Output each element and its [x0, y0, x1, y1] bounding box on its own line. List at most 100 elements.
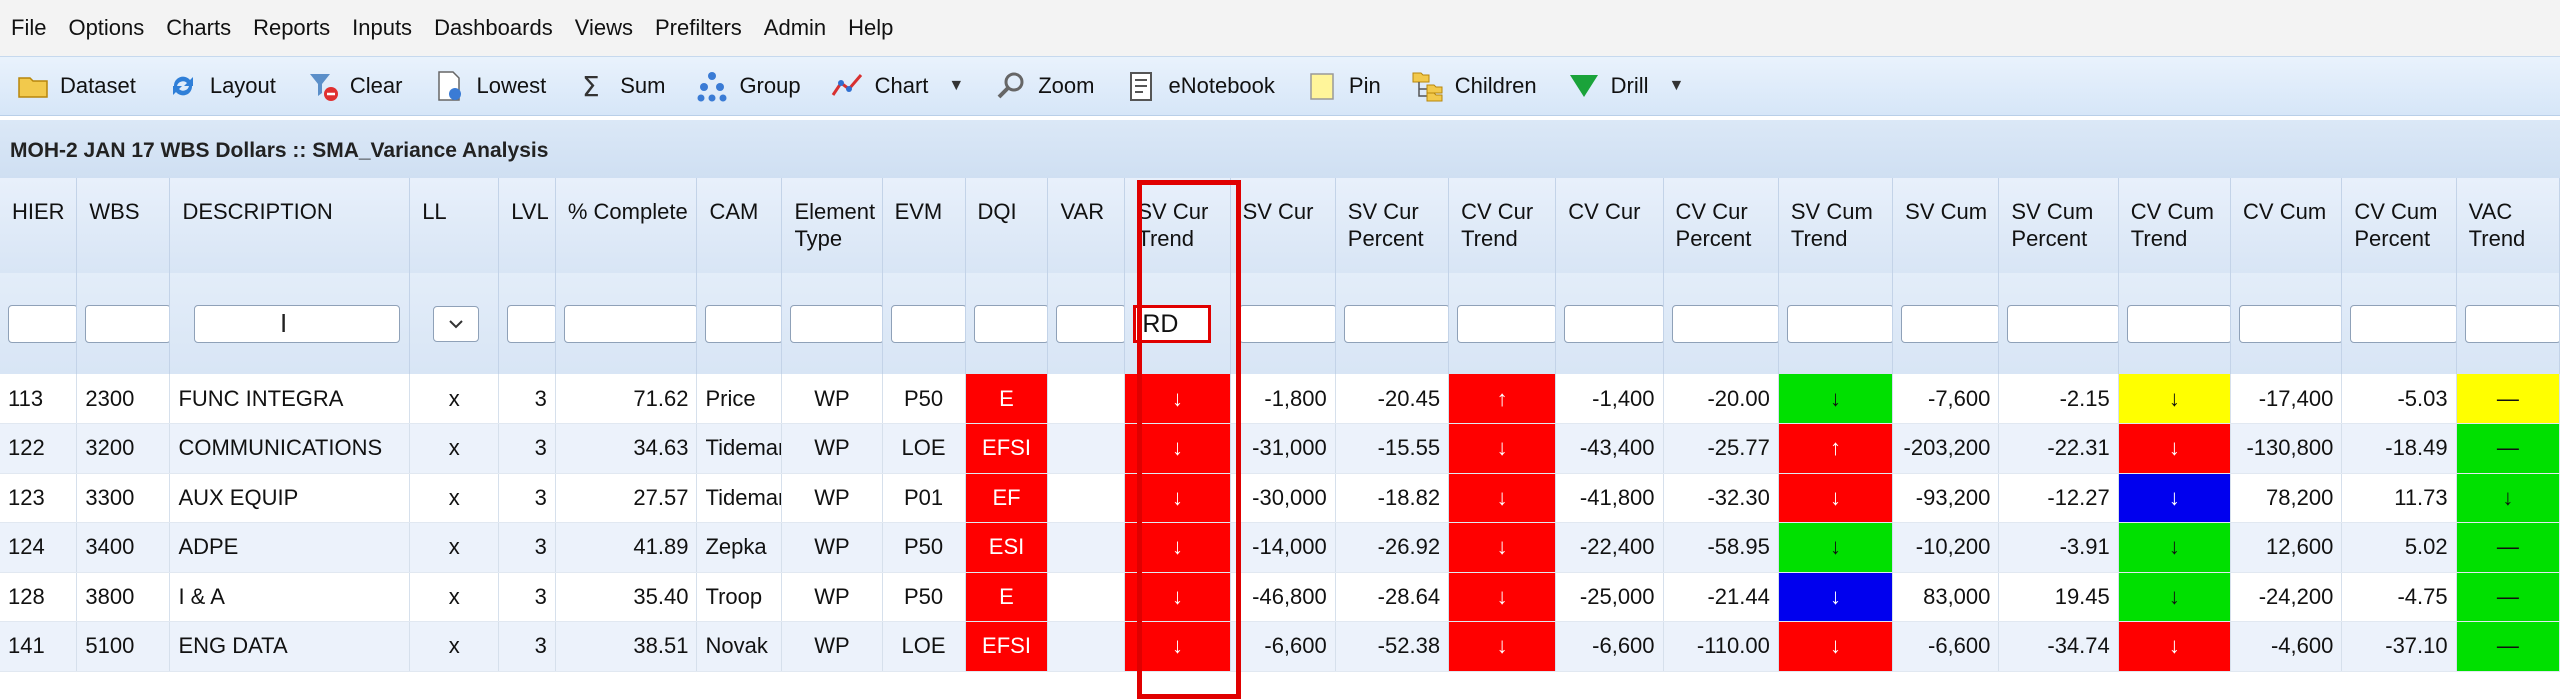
- cell-var[interactable]: [1047, 473, 1126, 523]
- cell-wbs[interactable]: 5100: [76, 621, 171, 672]
- filter-sv-cum-pct-input[interactable]: [2007, 304, 2120, 343]
- cell-sv-cur[interactable]: -6,600: [1230, 621, 1336, 672]
- cell-cam[interactable]: Zepka: [696, 522, 783, 573]
- group-button[interactable]: Group: [679, 56, 814, 116]
- cell-ll[interactable]: x: [409, 374, 500, 424]
- cell-pct[interactable]: 34.63: [555, 423, 698, 474]
- zoom-button[interactable]: Zoom: [978, 56, 1108, 116]
- cell-cv-cur-pct[interactable]: -58.95: [1663, 522, 1779, 573]
- cell-cv-cur[interactable]: -25,000: [1555, 572, 1664, 622]
- cell-cv-cur-trend[interactable]: ↓: [1448, 473, 1557, 523]
- cell-hier[interactable]: 141: [0, 621, 78, 672]
- cell-etype[interactable]: WP: [781, 621, 883, 672]
- menu-help[interactable]: Help: [837, 0, 904, 56]
- col-cv-cum[interactable]: CV Cum: [2230, 178, 2343, 273]
- cell-cv-cur-pct[interactable]: -20.00: [1663, 374, 1779, 424]
- filter-sv-cum-input[interactable]: [1901, 304, 2001, 343]
- cell-sv-cur[interactable]: -1,800: [1230, 374, 1336, 424]
- cell-cv-cur[interactable]: -22,400: [1555, 522, 1664, 573]
- table-row[interactable]: 122 3200 COMMUNICATIONS x 3 34.63 Tideman WP LOE…: [0, 423, 2560, 474]
- table-row[interactable]: 141 5100 ENG DATA x 3 38.51 Novak WP LOE EFSI ↓ -6,…: [0, 621, 2560, 672]
- cell-cam[interactable]: Price: [696, 374, 783, 424]
- pin-button[interactable]: Pin: [1289, 56, 1395, 116]
- cell-cv-cur[interactable]: -6,600: [1555, 621, 1664, 672]
- cell-pct[interactable]: 35.40: [555, 572, 698, 622]
- cell-sv-cum-trend[interactable]: ↓: [1778, 621, 1894, 672]
- cell-sv-cur-pct[interactable]: -26.92: [1335, 522, 1450, 573]
- cell-ll[interactable]: x: [409, 423, 500, 474]
- cell-sv-cum-trend[interactable]: ↓: [1778, 374, 1894, 424]
- cell-var[interactable]: [1047, 374, 1126, 424]
- cell-cv-cur[interactable]: -43,400: [1555, 423, 1664, 474]
- cell-lvl[interactable]: 3: [498, 374, 556, 424]
- menu-inputs[interactable]: Inputs: [341, 0, 423, 56]
- filter-cv-cur-trend-input[interactable]: [1457, 304, 1558, 343]
- filter-description-input[interactable]: [194, 304, 401, 343]
- col-wbs[interactable]: WBS: [76, 178, 171, 273]
- enotebook-button[interactable]: eNotebook: [1108, 56, 1288, 116]
- cell-cv-cum[interactable]: -4,600: [2230, 621, 2343, 672]
- col-cv-cur-trend[interactable]: CV Cur Trend: [1448, 178, 1557, 273]
- cell-sv-cur[interactable]: -14,000: [1230, 522, 1336, 573]
- cell-etype[interactable]: WP: [781, 374, 883, 424]
- cell-evm[interactable]: P01: [882, 473, 966, 523]
- cell-cv-cum[interactable]: 12,600: [2230, 522, 2343, 573]
- cell-ll[interactable]: x: [409, 473, 500, 523]
- menu-prefilters[interactable]: Prefilters: [644, 0, 753, 56]
- cell-sv-cur-trend[interactable]: ↓: [1124, 423, 1231, 474]
- menu-charts[interactable]: Charts: [155, 0, 242, 56]
- cell-sv-cum[interactable]: -93,200: [1892, 473, 2000, 523]
- col-lvl[interactable]: LVL: [498, 178, 556, 273]
- cell-wbs[interactable]: 3800: [76, 572, 171, 622]
- cell-cv-cur-trend[interactable]: ↓: [1448, 572, 1557, 622]
- cell-cv-cur-pct[interactable]: -21.44: [1663, 572, 1779, 622]
- filter-cam-input[interactable]: [705, 304, 784, 343]
- col-sv-cur[interactable]: SV Cur: [1230, 178, 1336, 273]
- cell-etype[interactable]: WP: [781, 522, 883, 573]
- cell-etype[interactable]: WP: [781, 423, 883, 474]
- cell-etype[interactable]: WP: [781, 572, 883, 622]
- cell-etype[interactable]: WP: [781, 473, 883, 523]
- cell-cv-cum-pct[interactable]: -4.75: [2341, 572, 2457, 622]
- col-cv-cum-trend[interactable]: CV Cum Trend: [2118, 178, 2232, 273]
- cell-evm[interactable]: P50: [882, 374, 966, 424]
- lowest-button[interactable]: Lowest: [416, 56, 560, 116]
- cell-cv-cur[interactable]: -41,800: [1555, 473, 1664, 523]
- menu-views[interactable]: Views: [564, 0, 644, 56]
- filter-cv-cur-input[interactable]: [1564, 304, 1665, 343]
- cell-sv-cum-trend[interactable]: ↓: [1778, 473, 1894, 523]
- cell-desc[interactable]: COMMUNICATIONS: [169, 423, 411, 474]
- cell-dqi[interactable]: EF: [965, 473, 1049, 523]
- cell-cv-cum-trend[interactable]: ↓: [2118, 423, 2232, 474]
- cell-sv-cur[interactable]: -31,000: [1230, 423, 1336, 474]
- cell-cv-cur-pct[interactable]: -32.30: [1663, 473, 1779, 523]
- cell-lvl[interactable]: 3: [498, 621, 556, 672]
- cell-dqi[interactable]: ESI: [965, 522, 1049, 573]
- col-dqi[interactable]: DQI: [965, 178, 1049, 273]
- cell-desc[interactable]: AUX EQUIP: [169, 473, 411, 523]
- cell-sv-cum-pct[interactable]: -12.27: [1998, 473, 2119, 523]
- cell-lvl[interactable]: 3: [498, 423, 556, 474]
- chart-button[interactable]: Chart ▼: [815, 56, 979, 116]
- menu-file[interactable]: File: [0, 0, 57, 56]
- filter-vac-trend-input[interactable]: [2464, 304, 2560, 343]
- chevron-down-icon[interactable]: ▼: [1669, 77, 1685, 95]
- cell-ll[interactable]: x: [409, 572, 500, 622]
- cell-sv-cum[interactable]: -203,200: [1892, 423, 2000, 474]
- cell-sv-cum-trend[interactable]: ↓: [1778, 522, 1894, 573]
- filter-pct-input[interactable]: [563, 304, 699, 343]
- col-vac-trend[interactable]: VAC Trend: [2456, 178, 2560, 273]
- filter-lvl-input[interactable]: [507, 304, 557, 343]
- cell-cv-cur-pct[interactable]: -25.77: [1663, 423, 1779, 474]
- cell-cv-cum-pct[interactable]: 11.73: [2341, 473, 2457, 523]
- cell-vac-trend[interactable]: —: [2456, 374, 2560, 424]
- cell-hier[interactable]: 123: [0, 473, 78, 523]
- cell-vac-trend[interactable]: —: [2456, 621, 2560, 672]
- col-cam[interactable]: CAM: [696, 178, 783, 273]
- cell-sv-cum-pct[interactable]: -34.74: [1998, 621, 2119, 672]
- table-row[interactable]: 128 3800 I & Ax 3 35.40 Troop WP P50 E ↓ -46,800 -2…: [0, 572, 2560, 622]
- cell-ll[interactable]: x: [409, 522, 500, 573]
- cell-cv-cum[interactable]: 78,200: [2230, 473, 2343, 523]
- cell-sv-cum[interactable]: 83,000: [1892, 572, 2000, 622]
- cell-cv-cur-trend[interactable]: ↓: [1448, 522, 1557, 573]
